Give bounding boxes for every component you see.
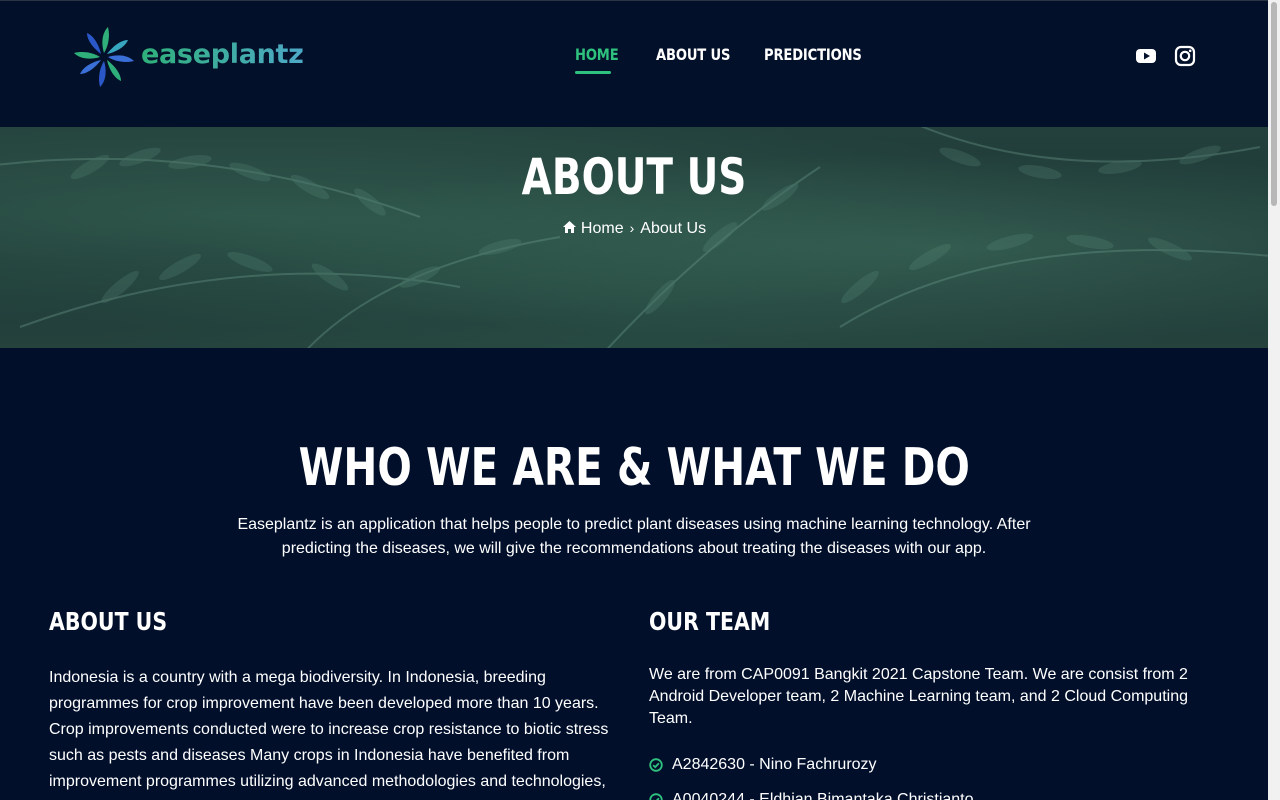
nav-active-underline (575, 71, 611, 74)
about-text: Indonesia is a country with a mega biodi… (49, 669, 609, 790)
main-nav: HOME ABOUT US PREDICTIONS (0, 45, 1268, 75)
intro-text: Easeplantz is an application that helps … (237, 516, 1031, 557)
nav-about-us[interactable]: ABOUT US (656, 45, 730, 75)
list-item: A2842630 - Nino Fachrurozy (649, 747, 974, 782)
check-circle-icon (649, 792, 663, 800)
home-icon (562, 221, 576, 234)
instagram-icon[interactable] (1174, 45, 1196, 67)
team-member-name: A2842630 - Nino Fachrurozy (672, 755, 877, 773)
nav-predictions[interactable]: PREDICTIONS (764, 45, 862, 75)
section-title: WHO WE ARE & WHAT WE DO (298, 438, 970, 498)
team-text: We are from CAP0091 Bangkit 2021 Capston… (649, 666, 1188, 727)
breadcrumb-home[interactable]: Home (581, 220, 624, 238)
about-heading: ABOUT US (49, 607, 168, 636)
team-member-name: A0040244 - Eldhian Bimantaka Christianto (672, 790, 974, 800)
breadcrumb-current: About Us (640, 220, 707, 237)
team-heading: OUR TEAM (649, 607, 771, 636)
list-item: A0040244 - Eldhian Bimantaka Christianto (649, 782, 974, 800)
chevron-right-icon: › (629, 220, 635, 237)
youtube-icon[interactable] (1135, 45, 1157, 67)
check-circle-icon (649, 757, 663, 772)
page-title: ABOUT US (521, 148, 747, 206)
team-list: A2842630 - Nino Fachrurozy A0040244 - El… (649, 747, 974, 800)
breadcrumb: Home › About Us (0, 220, 1268, 238)
site-header: easeplantz HOME ABOUT US PREDICTIONS (0, 0, 1268, 127)
scrollbar-thumb[interactable] (1271, 2, 1277, 206)
page-scrollbar[interactable] (1268, 0, 1280, 800)
